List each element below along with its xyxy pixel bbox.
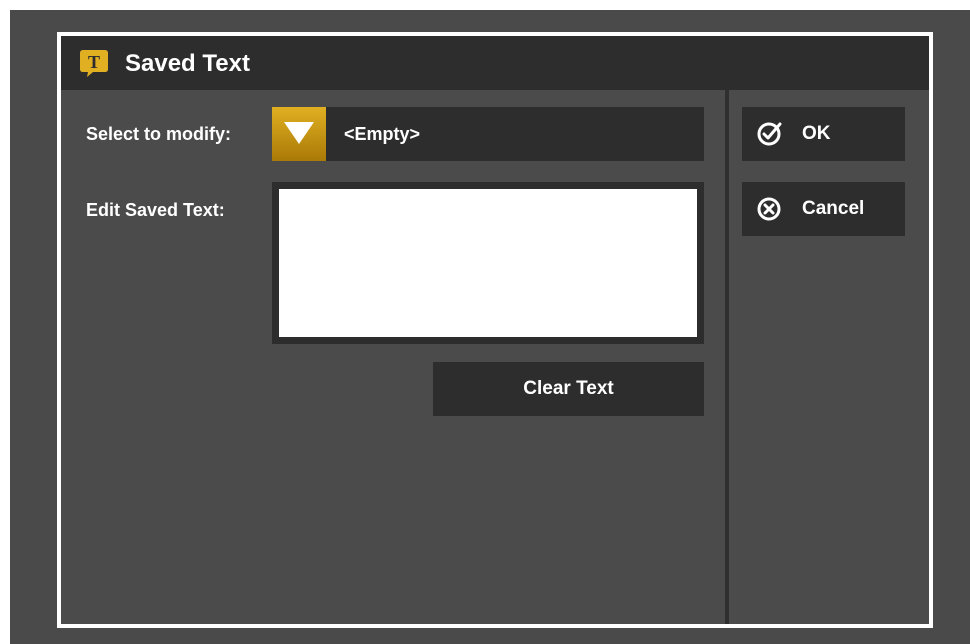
cancel-button[interactable]: Cancel [742,182,905,236]
edit-label: Edit Saved Text: [86,200,225,220]
action-panel [729,90,929,624]
app-icon-letter: T [88,52,100,72]
cancel-label: Cancel [802,198,865,219]
triangle-down-icon [284,122,314,144]
clear-text-button[interactable]: Clear Text [433,362,704,416]
speech-bubble-t-icon: T [80,50,108,77]
select-label: Select to modify: [86,124,232,144]
dialog-title: Saved Text [125,50,250,77]
main-content [61,90,725,624]
ok-button[interactable]: OK [742,107,905,161]
edit-text-frame [272,182,704,344]
saved-text-dialog: T Saved Text Select to modify: <Empty> E… [57,32,933,628]
check-circle-icon [757,122,782,146]
select-value[interactable]: <Empty> [326,107,704,161]
x-circle-icon [757,197,781,221]
title-bar: T Saved Text [61,36,929,90]
ok-label: OK [802,123,831,144]
saved-text-select[interactable]: <Empty> [272,107,704,161]
saved-text-input[interactable] [279,189,697,337]
dropdown-button[interactable] [272,107,326,161]
